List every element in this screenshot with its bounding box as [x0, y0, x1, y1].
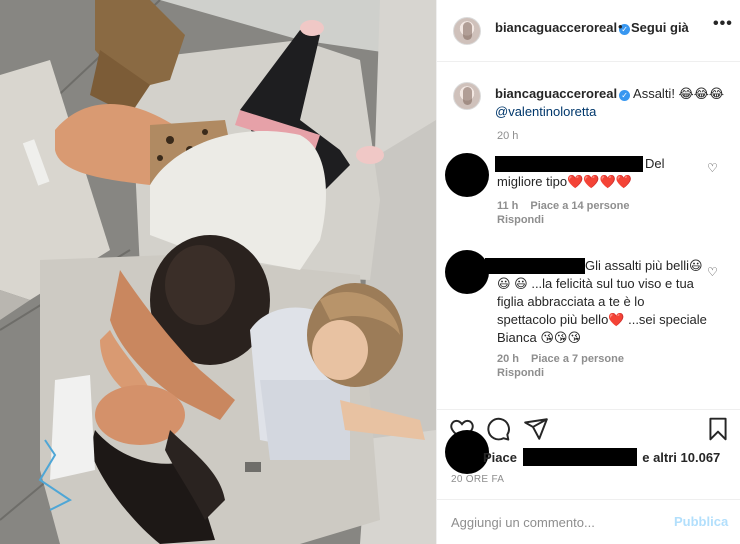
comment-item: Gli assalti più belli😃 😃 😃 ...la felicit… [437, 250, 740, 400]
comment-like-heart-icon[interactable]: ♡ [707, 265, 718, 279]
caption-time: 20 h [497, 130, 519, 142]
caption-mention-link[interactable]: @valentinoloretta [495, 104, 596, 119]
comment-time: 11 h [497, 200, 519, 212]
comment-likes-link[interactable]: Piace a 7 persone [531, 353, 624, 365]
add-comment-bar: Pubblica [437, 499, 740, 544]
comment-text: Del migliore tipo❤️❤️❤️❤️ [497, 156, 665, 189]
photo-illustration [0, 0, 436, 544]
header-separator: • [618, 19, 623, 34]
caption-body: Assalti! 😂😂😂 [633, 86, 725, 101]
author-avatar[interactable] [453, 17, 481, 45]
comment-text: Gli assalti più belli😃 😃 😃 ...la felicit… [497, 258, 707, 345]
redacted-avatar [445, 250, 489, 294]
comment-meta: 11 h Piace a 14 persone [497, 200, 641, 212]
comment-likes-link[interactable]: Piace a 14 persone [530, 200, 629, 212]
comment-like-heart-icon[interactable]: ♡ [707, 161, 718, 175]
comment-item: Del migliore tipo❤️❤️❤️❤️ ♡ 11 h Piace a … [437, 153, 740, 243]
redacted-liker-name [522, 448, 637, 466]
post-actions: Piace e altri 10.067 20 ORE FA [437, 409, 740, 499]
following-button[interactable]: Segui già [631, 20, 689, 35]
caption-text: biancaguacceroreal ✓ Assalti! 😂😂😂 @valent… [495, 85, 725, 121]
comment-input[interactable] [451, 512, 661, 532]
publish-button[interactable]: Pubblica [674, 514, 728, 529]
reply-button[interactable]: Rispondi [497, 214, 544, 226]
verified-badge-icon: ✓ [619, 90, 631, 101]
likes-count[interactable]: Piace e altri 10.067 [483, 448, 720, 466]
comment-meta: 20 h Piace a 7 persone [497, 353, 636, 365]
bookmark-icon[interactable] [705, 416, 731, 442]
comment-time: 20 h [497, 353, 520, 365]
comments-list[interactable]: biancaguacceroreal ✓ Assalti! 😂😂😂 @valent… [437, 63, 740, 409]
reply-button[interactable]: Rispondi [497, 367, 544, 379]
share-icon[interactable] [523, 416, 549, 442]
author-username-text[interactable]: biancaguacceroreal [495, 20, 617, 35]
caption-author-avatar[interactable] [453, 82, 481, 110]
post-photo[interactable] [0, 0, 436, 544]
more-options-icon[interactable]: ••• [713, 15, 733, 33]
author-username[interactable]: biancaguacceroreal ✓ [495, 20, 631, 35]
redacted-avatar [445, 153, 489, 197]
post-side-panel: biancaguacceroreal ✓ • Segui già ••• bian… [436, 0, 740, 544]
likes-prefix: Piace [483, 450, 517, 465]
post-time: 20 ORE FA [451, 474, 505, 485]
comment-icon[interactable] [485, 416, 511, 442]
caption-username[interactable]: biancaguacceroreal [495, 86, 617, 101]
likes-suffix[interactable]: e altri 10.067 [642, 450, 720, 465]
post-header: biancaguacceroreal ✓ • Segui già ••• [437, 0, 740, 62]
